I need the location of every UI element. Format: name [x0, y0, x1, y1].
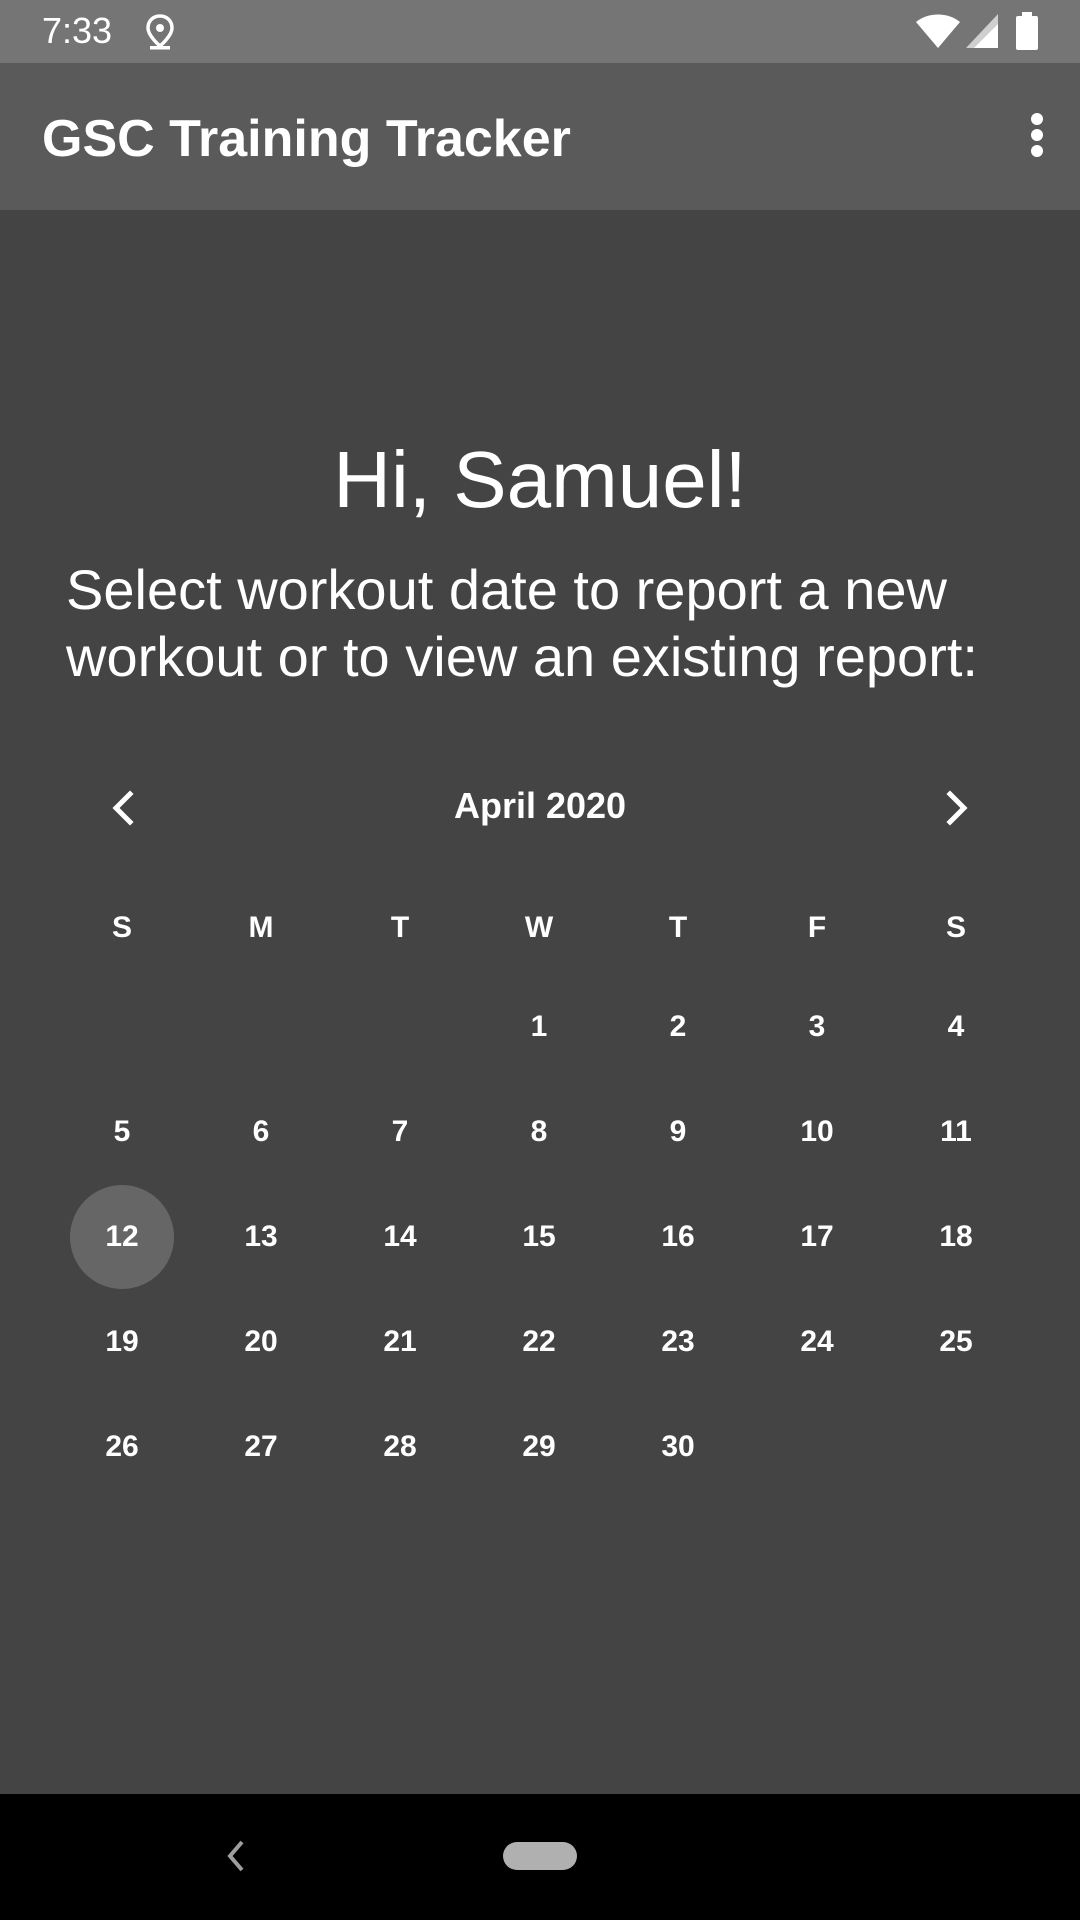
more-options-button[interactable]	[996, 93, 1080, 177]
calendar-day[interactable]: 24	[765, 1290, 869, 1394]
chevron-right-icon	[946, 790, 968, 826]
calendar-day[interactable]: 27	[209, 1395, 313, 1499]
calendar-day[interactable]: 21	[348, 1290, 452, 1394]
weekday-header: F	[807, 911, 827, 944]
calendar-day[interactable]: 18	[904, 1185, 1008, 1289]
calendar-day-selected[interactable]: 12	[70, 1185, 174, 1289]
month-label: April 2020	[453, 785, 627, 826]
calendar-day[interactable]: 8	[487, 1080, 591, 1184]
calendar-day[interactable]: 25	[904, 1290, 1008, 1394]
calendar-day[interactable]: 17	[765, 1185, 869, 1289]
calendar-day[interactable]: 20	[209, 1290, 313, 1394]
calendar-day[interactable]: 30	[626, 1395, 730, 1499]
calendar-day[interactable]: 10	[765, 1080, 869, 1184]
home-button[interactable]	[503, 1842, 577, 1870]
app-bar: GSC Training Tracker	[0, 63, 1080, 210]
calendar-day[interactable]: 5	[70, 1080, 174, 1184]
calendar-day[interactable]: 28	[348, 1395, 452, 1499]
calendar-day[interactable]: 22	[487, 1290, 591, 1394]
weekday-header: T	[390, 911, 410, 944]
system-nav-bar	[0, 1794, 1080, 1920]
greeting: Hi, Samuel!	[333, 435, 747, 524]
status-time: 7:33	[42, 10, 113, 51]
calendar-day[interactable]: 16	[626, 1185, 730, 1289]
calendar-day[interactable]: 7	[348, 1080, 452, 1184]
wifi-icon	[916, 14, 960, 48]
weekday-header: S	[111, 911, 132, 944]
back-button[interactable]	[208, 1824, 264, 1888]
back-chevron-icon	[227, 1840, 244, 1872]
app-title: GSC Training Tracker	[42, 110, 571, 168]
battery-icon	[1016, 12, 1038, 50]
status-bar: 7:33	[0, 0, 1080, 63]
calendar-day[interactable]: 3	[765, 975, 869, 1079]
location-icon	[146, 14, 174, 50]
calendar-day[interactable]: 15	[487, 1185, 591, 1289]
instructions-text: Select workout date to report a new work…	[66, 558, 978, 688]
calendar-day[interactable]: 26	[70, 1395, 174, 1499]
calendar-day[interactable]: 9	[626, 1080, 730, 1184]
calendar-day[interactable]: 6	[209, 1080, 313, 1184]
calendar-day[interactable]: 4	[904, 975, 1008, 1079]
calendar-day[interactable]: 1	[487, 975, 591, 1079]
calendar-day[interactable]: 2	[626, 975, 730, 1079]
calendar-day[interactable]: 29	[487, 1395, 591, 1499]
calendar-day[interactable]: 11	[904, 1080, 1008, 1184]
signal-icon	[966, 14, 998, 48]
calendar-day[interactable]: 23	[626, 1290, 730, 1394]
weekday-header: M	[248, 911, 274, 944]
weekday-header: T	[668, 911, 688, 944]
calendar-day[interactable]: 14	[348, 1185, 452, 1289]
calendar-day[interactable]: 19	[70, 1290, 174, 1394]
calendar-day[interactable]: 13	[209, 1185, 313, 1289]
weekday-header: S	[945, 911, 966, 944]
weekday-header: W	[524, 911, 554, 944]
next-month-button[interactable]	[926, 776, 990, 840]
